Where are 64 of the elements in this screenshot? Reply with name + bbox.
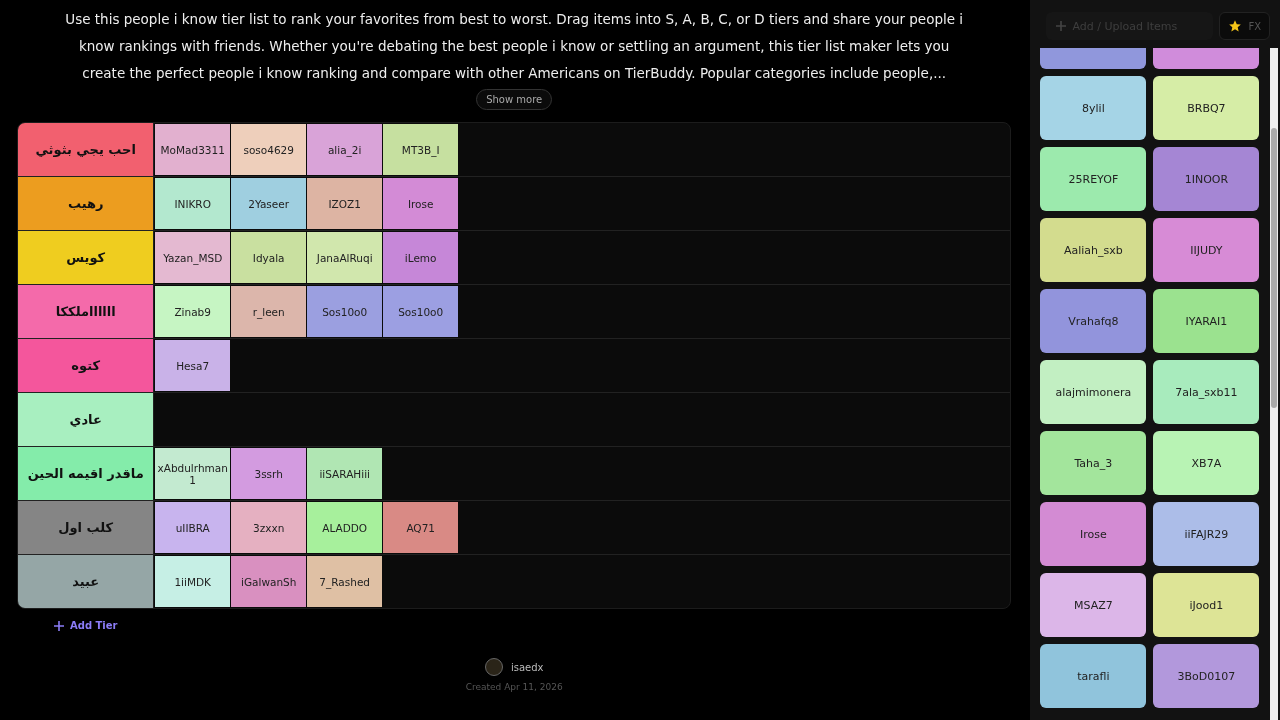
tier-item[interactable]: JanaAlRuqi xyxy=(307,232,383,283)
tier-item[interactable]: Hesa7 xyxy=(155,340,231,391)
tier-label[interactable]: كلب اول xyxy=(18,501,155,554)
item-card[interactable]: alajmimonera xyxy=(1040,360,1147,424)
tier-item[interactable]: iiSARAHiii xyxy=(307,448,383,499)
item-card[interactable]: MSAZ7 xyxy=(1040,573,1147,637)
tier-item[interactable]: r_leen xyxy=(231,286,307,337)
add-tier-button[interactable]: Add Tier xyxy=(48,619,124,632)
tier-item[interactable]: iLemo xyxy=(383,232,459,283)
tier-item[interactable]: iGalwanSh xyxy=(231,556,307,607)
item-card[interactable]: BRBQ7 xyxy=(1153,76,1260,140)
tier-item[interactable]: soso4629 xyxy=(231,124,307,175)
tier-item[interactable]: 3ssrh xyxy=(231,448,307,499)
item-card[interactable]: Taha_3 xyxy=(1040,431,1147,495)
tier-label[interactable]: ماقدر اقيمه الحين xyxy=(18,447,155,500)
tier-label[interactable]: ملككاllllll xyxy=(18,285,155,338)
item-card[interactable]: IYARAI1 xyxy=(1153,289,1260,353)
tier-item[interactable]: IZOZ1 xyxy=(307,178,383,229)
item-card[interactable]: IIJUDY xyxy=(1153,218,1260,282)
tier-item[interactable]: xAbdulrhman1 xyxy=(155,448,231,499)
item-card[interactable]: Vrahafq8 xyxy=(1040,289,1147,353)
tier-label[interactable]: عبيد xyxy=(18,555,155,608)
item-card[interactable]: 3BoD0107 xyxy=(1153,644,1260,708)
item-card[interactable]: 8ylil xyxy=(1040,76,1147,140)
tier-item[interactable]: alia_2i xyxy=(307,124,383,175)
tier-item[interactable]: 3zxxn xyxy=(231,502,307,553)
item-card[interactable]: 25REYOF xyxy=(1040,147,1147,211)
tier-label[interactable]: رهيب xyxy=(18,177,155,230)
tier-label[interactable]: كتوه xyxy=(18,339,155,392)
item-card[interactable]: Irose xyxy=(1040,502,1147,566)
tier-item[interactable]: Yazan_MSD xyxy=(155,232,231,283)
item-card[interactable]: iJood1 xyxy=(1153,573,1260,637)
plus-icon xyxy=(1056,21,1067,31)
author-name[interactable]: isaedx xyxy=(510,661,544,673)
tier-item[interactable]: Sos10o0 xyxy=(307,286,383,337)
item-card[interactable]: Aaliah_sxb xyxy=(1040,218,1147,282)
star-icon xyxy=(1228,19,1243,33)
tier-item[interactable]: 1iiMDK xyxy=(155,556,231,607)
item-card[interactable]: tarafli xyxy=(1040,644,1147,708)
tier-item[interactable]: Zinab9 xyxy=(155,286,231,337)
tier-item[interactable]: MT3B_I xyxy=(383,124,459,175)
tier-label[interactable]: كويس xyxy=(18,231,155,284)
item-card[interactable]: XB7A xyxy=(1153,431,1260,495)
tier-item[interactable]: 2Yaseer xyxy=(231,178,307,229)
show-more-button[interactable]: Show more xyxy=(476,89,553,110)
tier-item[interactable]: Idyala xyxy=(231,232,307,283)
item-card[interactable]: 7ala_sxb11 xyxy=(1153,360,1260,424)
tier-item[interactable]: Sos10o0 xyxy=(383,286,459,337)
item-card[interactable]: iiFAJR29 xyxy=(1153,502,1260,566)
created-date: Created Apr 11, 2026 xyxy=(465,682,563,692)
tier-item[interactable]: INIKRO xyxy=(155,178,231,229)
tier-item[interactable]: AQ71 xyxy=(383,502,459,553)
tier-item[interactable]: uIIBRA xyxy=(155,502,231,553)
tier-item[interactable]: 7_Rashed xyxy=(307,556,383,607)
tier-item[interactable]: ALADDO xyxy=(307,502,383,553)
tier-label[interactable]: احب يجي بثوثي xyxy=(18,123,155,176)
plus-icon xyxy=(54,620,64,631)
scrollbar[interactable] xyxy=(1270,48,1278,720)
tier-label[interactable]: عادي xyxy=(18,393,155,446)
description-text: Use this people i know tier list to rank your favorites from best to worst. Drag items into S, A, B, C, or D tiers and share your people i know rankings with friends. Whether you're debating the best people i know or settling an argument, this tier list maker lets you create the perfect people i know ranking and compare with other Americans on TierBuddy. Popular categories include people,... xyxy=(64,10,965,83)
item-card[interactable]: 1INOOR xyxy=(1153,147,1260,211)
avatar-icon[interactable] xyxy=(484,658,503,676)
tier-item[interactable]: MoMad3311 xyxy=(155,124,231,175)
tier-item[interactable]: Irose xyxy=(383,178,459,229)
